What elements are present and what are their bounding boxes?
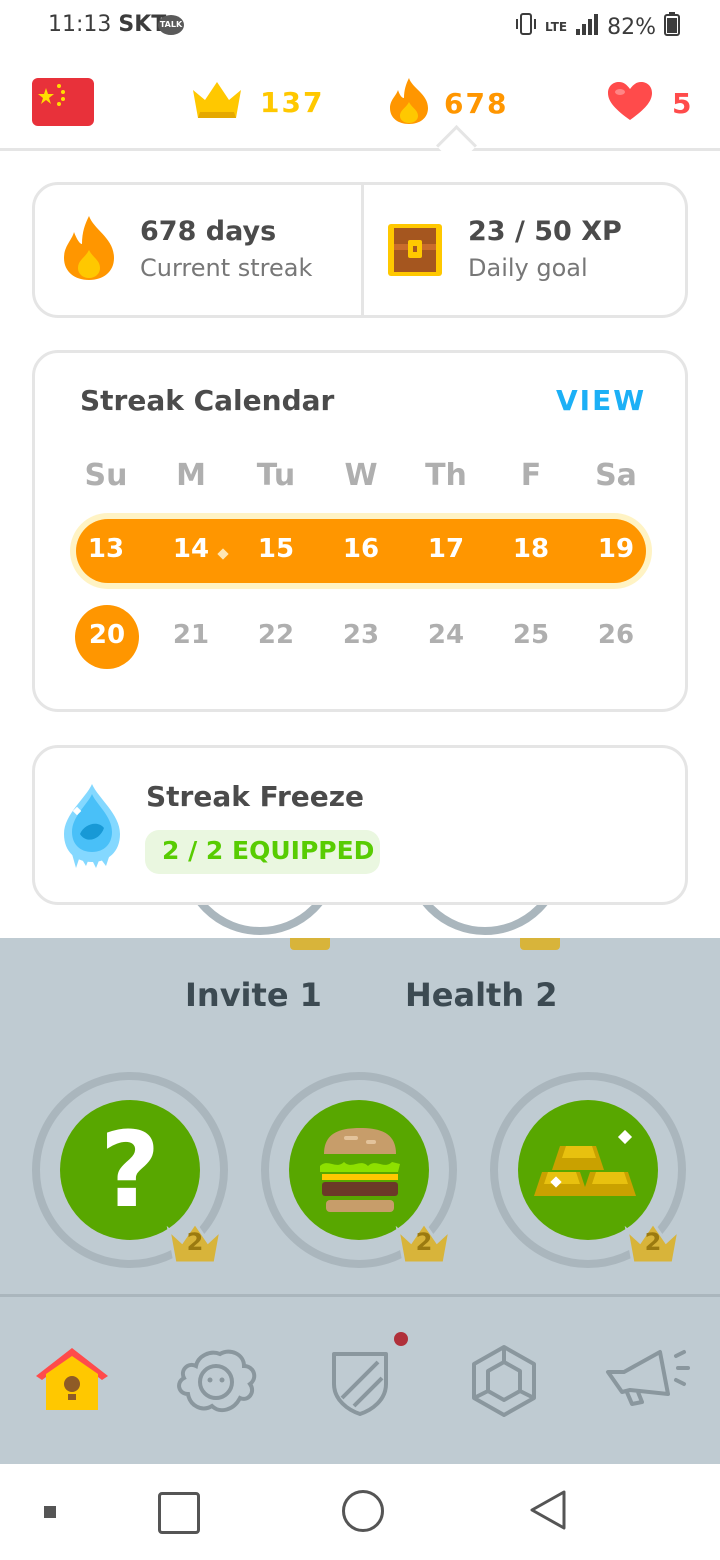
status-bar: 11:13 SKT TALK LTE 82% — [0, 0, 720, 56]
card-divider — [361, 185, 364, 315]
battery-percent: 82% — [607, 14, 656, 40]
fire-icon — [62, 214, 116, 286]
calendar-day: 23 — [342, 620, 380, 650]
status-icons: LTE 82% — [515, 12, 680, 42]
calendar-day: 25 — [512, 620, 550, 650]
calendar-day: 15 — [257, 534, 295, 564]
battery-icon — [664, 12, 680, 42]
calendar-day: 22 — [257, 620, 295, 650]
question-mark-icon: ? — [99, 1109, 161, 1231]
calendar-day: 21 — [172, 620, 210, 650]
calendar-day: 16 — [342, 534, 380, 564]
gem-icon[interactable] — [470, 1344, 538, 1422]
lte-icon: LTE — [545, 20, 568, 34]
hearts-counter[interactable]: 5 — [606, 80, 693, 126]
skill-ring-partial — [180, 905, 340, 965]
crown-icon — [520, 938, 560, 950]
menu-dot-icon[interactable] — [44, 1506, 56, 1518]
streak-count: 678 — [444, 86, 509, 120]
heart-icon — [606, 80, 654, 126]
calendar-day: 17 — [427, 534, 465, 564]
equipped-status: 2 / 2 EQUIPPED — [162, 836, 375, 865]
megaphone-icon[interactable] — [602, 1346, 694, 1414]
skill-level: 2 — [644, 1228, 662, 1256]
crown-icon — [290, 938, 330, 950]
crowns-count: 137 — [260, 85, 325, 119]
skill-level: 2 — [415, 1228, 433, 1256]
crown-icon — [190, 78, 244, 126]
streak-freeze-title: Streak Freeze — [146, 780, 365, 813]
weekday-label: Th — [425, 458, 467, 493]
notification-dot — [394, 1332, 408, 1346]
shield-icon[interactable] — [328, 1348, 392, 1420]
vibrate-icon — [515, 12, 537, 42]
china-flag-icon[interactable] — [32, 78, 94, 126]
signal-icon — [575, 13, 599, 41]
weekday-label: F — [520, 458, 542, 493]
calendar-day: 18 — [512, 534, 550, 564]
calendar-day: 13 — [87, 534, 125, 564]
calendar-title: Streak Calendar — [80, 384, 335, 417]
fire-icon — [388, 76, 430, 130]
weekday-label: Su — [84, 458, 128, 493]
weekday-label: M — [176, 458, 206, 493]
hearts-count: 5 — [672, 86, 694, 120]
streak-counter[interactable]: 678 — [388, 76, 508, 130]
ice-drop-icon — [60, 782, 124, 874]
weekday-label: Sa — [595, 458, 637, 493]
weekday-label: W — [344, 458, 378, 493]
streak-days-label: Current streak — [140, 254, 313, 282]
crowns-counter[interactable]: 137 — [190, 78, 324, 126]
streak-days: 678 days — [140, 216, 277, 247]
calendar-day: 14 — [172, 534, 210, 564]
talk-icon: TALK — [158, 15, 184, 35]
back-icon[interactable] — [528, 1488, 568, 1536]
skill-ring-partial — [405, 905, 565, 965]
home-button-icon[interactable] — [342, 1490, 384, 1532]
gold-bars-icon — [530, 1129, 648, 1206]
characters-icon[interactable] — [174, 1344, 258, 1420]
weekday-label: Tu — [256, 458, 296, 493]
skill-label-health[interactable]: Health 2 — [405, 976, 558, 1014]
calendar-day: 19 — [597, 534, 635, 564]
skill-label-invite[interactable]: Invite 1 — [185, 976, 322, 1014]
xp-goal-label: Daily goal — [468, 254, 588, 282]
status-time: 11:13 SKT — [48, 12, 167, 37]
burger-icon — [318, 1124, 402, 1220]
xp-progress: 23 / 50 XP — [468, 216, 622, 247]
calendar-day: 26 — [597, 620, 635, 650]
home-icon[interactable] — [32, 1344, 112, 1418]
calendar-day: 24 — [427, 620, 465, 650]
recent-apps-icon[interactable] — [158, 1492, 200, 1534]
treasure-chest-icon — [386, 220, 444, 284]
streak-freeze-card[interactable] — [32, 745, 688, 905]
streak-summary-card — [32, 182, 688, 318]
skill-level: 2 — [186, 1228, 204, 1256]
view-calendar-button[interactable]: VIEW — [556, 384, 646, 417]
calendar-day-today: 20 — [88, 620, 126, 650]
